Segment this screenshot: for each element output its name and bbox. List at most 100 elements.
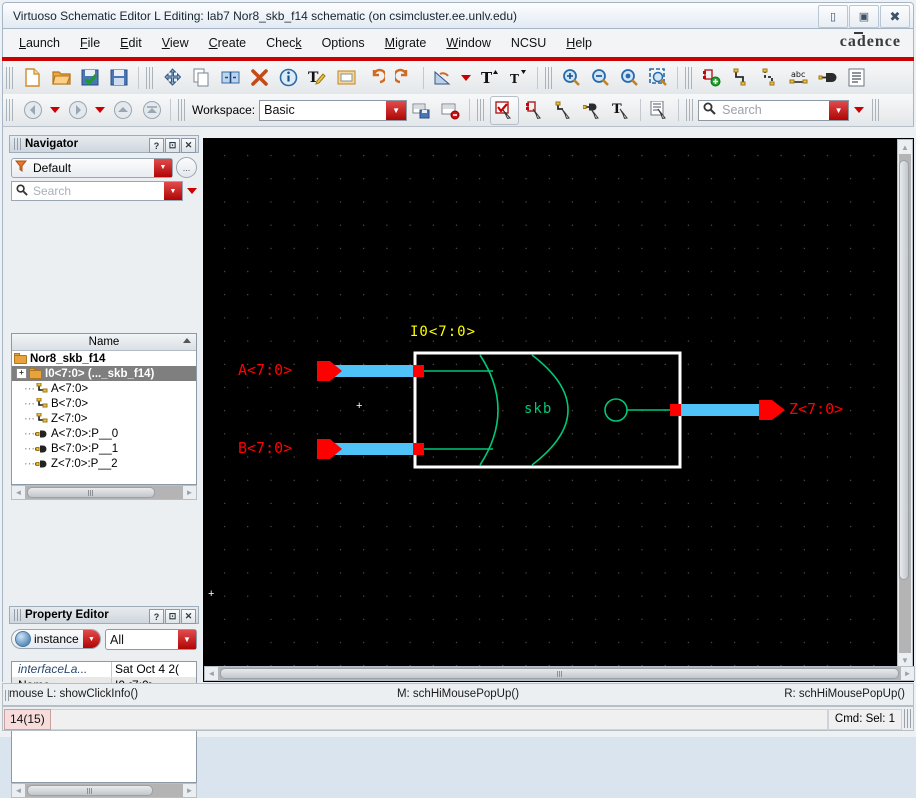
scroll-right-icon[interactable]: ► [901,667,914,680]
select-all-icon[interactable] [490,95,520,125]
redo-icon[interactable] [391,64,418,91]
up-hierarchy-icon[interactable] [109,97,136,124]
zoom-fit-icon[interactable] [616,64,643,91]
scroll-left-icon[interactable]: ◄ [12,784,25,797]
delete-workspace-icon[interactable] [437,97,464,124]
toolbar-grip[interactable] [178,99,187,121]
property-editor-filter-chevron-down-icon[interactable]: ▼ [178,630,196,649]
menu-item-window[interactable]: Window [444,34,492,52]
tree-item[interactable]: ⋯ Z<7:0>:P__2 [12,456,196,471]
menu-item-create[interactable]: Create [207,34,249,52]
hierarchy-editor-icon[interactable] [843,64,870,91]
mirror-icon[interactable] [217,64,244,91]
menu-item-help[interactable]: Help [564,34,594,52]
property-editor-hscroll-track[interactable] [25,784,183,797]
minimize-icon[interactable]: ▯ [818,5,848,28]
navigator-hscroll-thumb[interactable] [27,487,155,498]
tree-expander-icon[interactable]: + [16,368,27,379]
tree-item[interactable]: ⋯ A<7:0> [12,381,196,396]
check-and-save-icon[interactable] [77,64,104,91]
zoom-out-icon[interactable] [587,64,614,91]
property-editor-object-combo[interactable]: instance ▼ [11,629,101,649]
scroll-right-icon[interactable]: ► [183,486,196,499]
search-options-caret-icon[interactable] [854,107,865,113]
navigator-column-header[interactable]: Name [12,334,196,351]
chevron-down-icon[interactable]: ▼ [386,100,407,120]
back-icon[interactable] [19,97,46,124]
search-input[interactable]: Search ▼ [698,99,850,121]
workspace-combo[interactable]: Basic ▼ [259,99,408,121]
property-editor-object-chevron-down-icon[interactable]: ▼ [83,630,100,648]
command-input[interactable] [50,708,828,730]
toolbar-grip[interactable] [686,99,696,121]
close-icon[interactable]: ✖ [880,5,910,28]
properties-info-icon[interactable] [275,64,302,91]
navigator-search-input[interactable]: Search ▼ [11,181,183,201]
scroll-up-icon[interactable]: ▲ [899,141,911,153]
canvas-vscroll-thumb[interactable] [899,160,909,580]
canvas-hscroll-track[interactable] [218,667,901,680]
zoom-to-select-icon[interactable] [645,64,672,91]
panel-grip[interactable] [14,138,21,150]
zoom-in-icon[interactable] [558,64,585,91]
rotate-menu-caret-icon[interactable] [461,74,471,81]
toolbar-grip[interactable] [6,99,15,121]
undo-icon[interactable] [362,64,389,91]
toolbar-grip[interactable] [6,66,15,89]
toolbar-grip[interactable] [477,99,487,121]
toolbar-grip[interactable] [545,66,554,89]
navigator-search-options-caret-icon[interactable] [187,188,197,194]
create-wire-icon[interactable] [727,64,754,91]
navigator-hscrollbar[interactable]: ◄ ► [11,485,197,500]
navigator-filter-options-button[interactable]: ... [176,157,197,178]
canvas-hscroll-thumb[interactable] [220,668,899,679]
forward-icon[interactable] [64,97,91,124]
menu-item-view[interactable]: View [160,34,191,52]
open-icon[interactable] [48,64,75,91]
select-wire-icon[interactable] [550,97,577,124]
navigator-close-button[interactable]: ✕ [181,138,196,153]
edit-text-icon[interactable]: T [304,64,331,91]
navigator-hscroll-track[interactable] [25,486,183,499]
create-wire-name-icon[interactable] [756,64,783,91]
stretch-move-icon[interactable] [159,64,186,91]
property-editor-filter-combo[interactable]: All ▼ [105,629,197,650]
property-editor-close-button[interactable]: ✕ [181,609,196,624]
tree-item[interactable]: ⋯ A<7:0>:P__0 [12,426,196,441]
menu-item-options[interactable]: Options [320,34,367,52]
forward-history-caret-icon[interactable] [95,107,105,113]
top-hierarchy-icon[interactable] [138,97,165,124]
menu-item-ncsu[interactable]: NCSU [509,34,548,52]
save-workspace-icon[interactable] [408,97,435,124]
maximize-icon[interactable]: ▣ [849,5,879,28]
property-editor-help-button[interactable]: ? [149,609,164,624]
rotate-icon[interactable] [429,64,456,91]
toolbar-grip[interactable] [146,66,155,89]
property-editor-hscroll-thumb[interactable] [27,785,153,796]
search-chevron-down-icon[interactable]: ▼ [829,100,849,120]
navigator-tree[interactable]: Name Nor8_skb_f14 + I0<7:0> (..._skb_f14) ⋯… [11,333,197,485]
delete-icon[interactable] [246,64,273,91]
select-pin-icon[interactable] [579,97,606,124]
navigator-filter-chevron-down-icon[interactable]: ▼ [154,158,172,177]
select-instance-icon[interactable] [521,97,548,124]
property-editor-hscrollbar[interactable]: ◄ ► [11,783,197,798]
navigator-search-chevron-down-icon[interactable]: ▼ [164,182,182,200]
menu-item-launch[interactable]: Launch [17,34,62,52]
canvas-vscrollbar[interactable]: ▲ ▼ [897,139,913,668]
edit-in-place-icon[interactable] [333,64,360,91]
tree-item[interactable]: ⋯ B<7:0>:P__1 [12,441,196,456]
command-bar-grip[interactable] [904,709,911,728]
select-text-icon[interactable]: T [608,97,635,124]
text-decrease-icon[interactable]: T [505,64,532,91]
scroll-down-icon[interactable]: ▼ [899,654,911,666]
toolbar-grip[interactable] [872,99,882,121]
navigator-float-button[interactable]: ⊡ [165,138,180,153]
tree-item[interactable]: Nor8_skb_f14 [12,351,196,366]
tree-item[interactable]: ⋯ B<7:0> [12,396,196,411]
save-icon[interactable] [106,64,133,91]
menu-item-migrate[interactable]: Migrate [383,34,429,52]
canvas-hscrollbar[interactable]: ◄ ► [204,666,915,681]
navigator-help-button[interactable]: ? [149,138,164,153]
copy-icon[interactable] [188,64,215,91]
